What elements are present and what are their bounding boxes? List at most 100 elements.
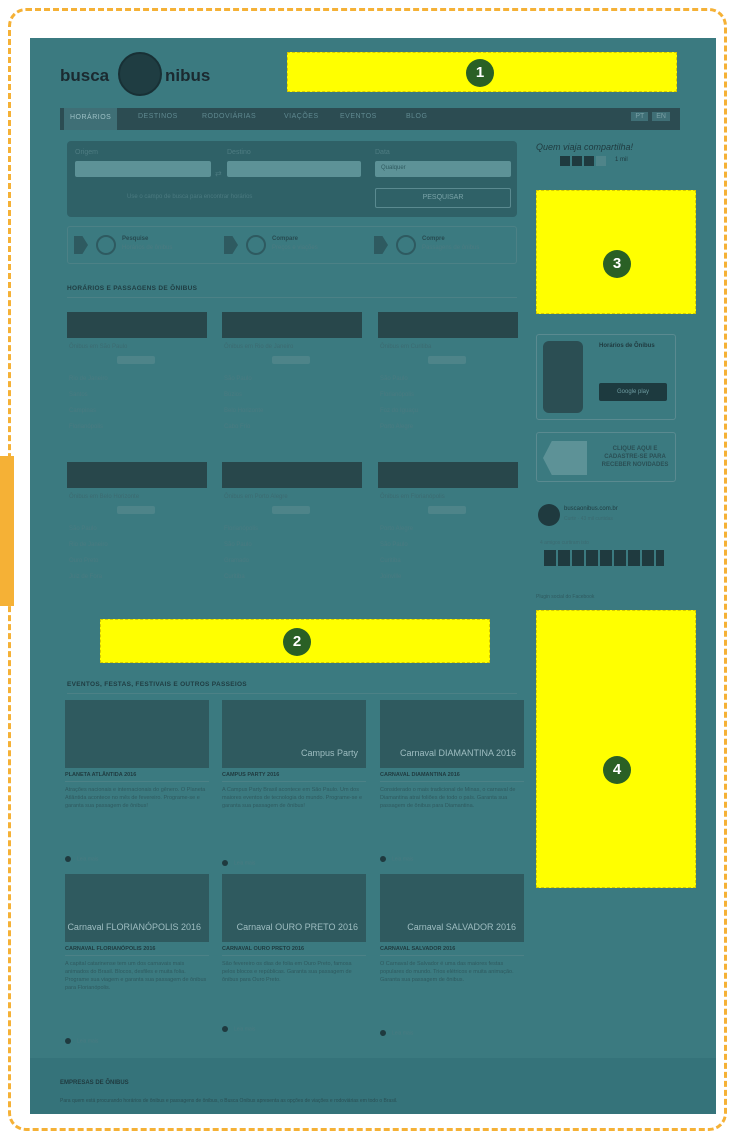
facebook-icon[interactable] [560, 156, 570, 166]
city-route-link[interactable]: São Paulo [224, 376, 252, 382]
fb-like-button[interactable]: Curtir · 43 mil curtidas [564, 516, 613, 522]
city-name[interactable]: Ônibus em Rio de Janeiro [224, 344, 293, 350]
event-title[interactable]: CARNAVAL FLORIANÓPOLIS 2016 [65, 946, 155, 952]
city-more-button[interactable] [117, 506, 155, 514]
fb-faces [544, 550, 664, 566]
event-title[interactable]: CARNAVAL OURO PRETO 2016 [222, 946, 304, 952]
event-image[interactable]: Carnaval DIAMANTINA 2016 [380, 700, 524, 768]
event-title[interactable]: CARNAVAL SALVADOR 2016 [380, 946, 455, 952]
city-route-link[interactable]: Joinville [380, 574, 401, 580]
city-more-button[interactable] [272, 356, 310, 364]
event-image[interactable]: Carnaval SALVADOR 2016 [380, 874, 524, 942]
event-read-more[interactable]: Leia mais [222, 1026, 255, 1032]
event-title[interactable]: CAMPUS PARTY 2016 [222, 772, 279, 778]
ad-slot-4[interactable]: 4 [536, 610, 696, 888]
nav-item-blog[interactable]: BLOG [406, 113, 427, 120]
city-route-link[interactable]: Curitiba [380, 558, 401, 564]
city-more-button[interactable] [272, 506, 310, 514]
city-route-link[interactable]: Ouro Preto [69, 558, 98, 564]
city-photo[interactable] [378, 312, 518, 338]
city-route-link[interactable]: São Paulo [224, 542, 252, 548]
google-plus-icon[interactable] [584, 156, 594, 166]
newsletter-banner[interactable]: CLIQUE AQUI E CADASTRE-SE PARA RECEBER N… [536, 432, 676, 482]
share-count: 1 mil [615, 157, 628, 163]
feature-title: Pesquise [122, 236, 149, 242]
event-title[interactable]: CARNAVAL DIAMANTINA 2016 [380, 772, 460, 778]
event-image[interactable]: Carnaval FLORIANÓPOLIS 2016 [65, 874, 209, 942]
city-name[interactable]: Ônibus em Florianópolis [380, 494, 445, 500]
event-read-more[interactable]: Leia mais [380, 856, 413, 862]
city-route-link[interactable]: Gramado [224, 558, 249, 564]
city-route-link[interactable]: Rio de Janeiro [69, 542, 108, 548]
fb-friends-text: 4 amigos curtiram isto [540, 540, 589, 546]
city-route-link[interactable]: Curitiba [224, 574, 245, 580]
fb-page-name[interactable]: buscaonibus.com.br [564, 506, 618, 512]
city-route-link[interactable]: Florianópolis [224, 526, 258, 532]
twitter-icon[interactable] [572, 156, 582, 166]
city-more-button[interactable] [428, 506, 466, 514]
destination-label: Destino [227, 149, 251, 156]
event-image[interactable] [65, 700, 209, 768]
ad-slot-2[interactable]: 2 [100, 619, 490, 663]
destination-input[interactable] [227, 161, 361, 177]
city-name[interactable]: Ônibus em Porto Alegre [224, 494, 288, 500]
lang-pt[interactable]: PT [631, 112, 649, 121]
search-button[interactable]: PESQUISAR [375, 188, 511, 208]
event-title[interactable]: PLANETA ATLÂNTIDA 2016 [65, 772, 136, 778]
search-form: Origem ⇄ Destino Data Qualquer Use o cam… [67, 141, 517, 217]
lang-en[interactable]: EN [652, 112, 670, 121]
nav-item-viacoes[interactable]: VIAÇÕES [284, 113, 319, 120]
city-route-link[interactable]: Juiz de Fora [69, 574, 102, 580]
ad-slot-1[interactable]: 1 [287, 52, 677, 92]
city-route-link[interactable]: Búzios [224, 392, 242, 398]
city-route-link[interactable]: Cabo Frio [224, 424, 250, 430]
event-description: São fevereiro os dias de folia em Ouro P… [222, 961, 352, 983]
date-select[interactable]: Qualquer [375, 161, 511, 177]
nav-item-rodoviarias[interactable]: RODOVIÁRIAS [202, 113, 256, 120]
city-route-link[interactable]: Foz do Iguaçu [380, 408, 418, 414]
event-image-caption: Campus Party [300, 748, 358, 758]
event-image[interactable]: Carnaval OURO PRETO 2016 [222, 874, 366, 942]
event-read-more[interactable]: Leia mais [380, 1030, 413, 1036]
city-route-link[interactable]: Porto Alegre [380, 424, 413, 430]
google-play-badge[interactable]: Google play [599, 383, 667, 401]
feature-title: Compre [422, 236, 445, 242]
city-photo[interactable] [222, 312, 362, 338]
city-photo[interactable] [378, 462, 518, 488]
city-route-link[interactable]: Campinas [69, 408, 96, 414]
swap-icon[interactable]: ⇄ [215, 169, 222, 178]
main-nav: HORÁRIOS DESTINOS RODOVIÁRIAS VIAÇÕES EV… [60, 108, 680, 130]
city-name[interactable]: Ônibus em São Paulo [69, 344, 127, 350]
city-more-button[interactable] [428, 356, 466, 364]
city-route-link[interactable]: São Paulo [380, 376, 408, 382]
city-photo[interactable] [67, 462, 207, 488]
city-photo[interactable] [222, 462, 362, 488]
event-read-more[interactable]: Leia mais [65, 1038, 98, 1044]
city-route-link[interactable]: Florianópolis [69, 424, 103, 430]
city-route-link[interactable]: Belo Horizonte [224, 408, 263, 414]
arrow-icon [374, 236, 388, 254]
origin-input[interactable] [75, 161, 211, 177]
city-route-link[interactable]: São Paulo [69, 526, 97, 532]
nav-item-destinos[interactable]: DESTINOS [138, 113, 178, 120]
origin-label: Origem [75, 149, 98, 156]
share-icon[interactable] [596, 156, 606, 166]
event-image[interactable]: Campus Party [222, 700, 366, 768]
city-route-link[interactable]: São Paulo [380, 542, 408, 548]
city-route-link[interactable]: Rio de Janeiro [69, 376, 108, 382]
feature-title: Compare [272, 236, 299, 242]
city-route-link[interactable]: Porto Alegre [380, 526, 413, 532]
city-name[interactable]: Ônibus em Belo Horizonte [69, 494, 139, 500]
city-more-button[interactable] [117, 356, 155, 364]
event-read-more[interactable]: Leia mais [222, 860, 255, 866]
ad-slot-3[interactable]: 3 [536, 190, 696, 314]
city-name[interactable]: Ônibus em Curitiba [380, 344, 431, 350]
app-promo[interactable]: Horários de Ônibus Google play [536, 334, 676, 420]
city-photo[interactable] [67, 312, 207, 338]
nav-item-eventos[interactable]: EVENTOS [340, 113, 377, 120]
fb-plugin-text: Plugin social do Facebook [536, 594, 595, 600]
nav-item-horarios[interactable]: HORÁRIOS [64, 108, 118, 130]
city-route-link[interactable]: Florianópolis [380, 392, 414, 398]
city-route-link[interactable]: Santos [69, 392, 88, 398]
event-read-more[interactable]: Leia mais [65, 856, 98, 862]
